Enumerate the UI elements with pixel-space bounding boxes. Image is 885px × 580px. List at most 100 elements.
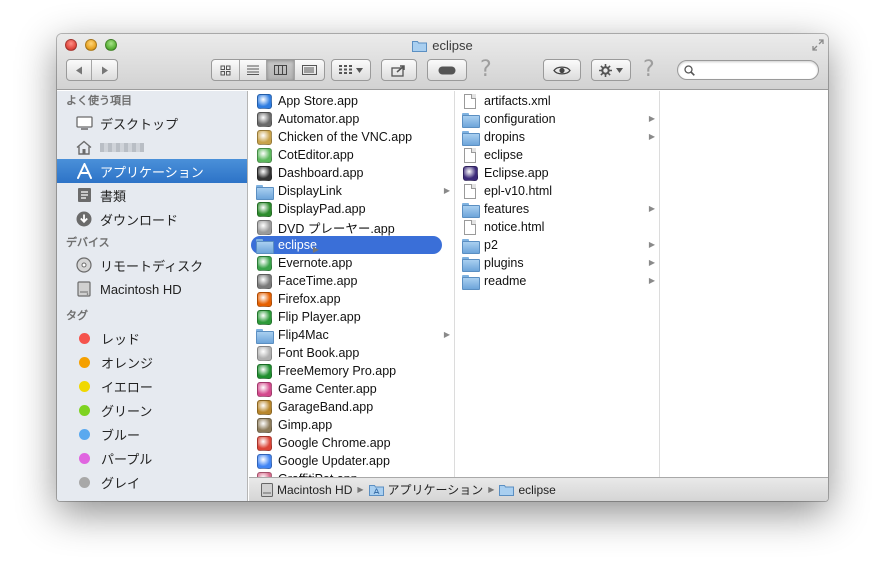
file-row[interactable]: Chicken of the VNC.app (249, 128, 454, 146)
app-store-icon-glyph (256, 93, 272, 109)
tags-button[interactable] (427, 59, 467, 81)
list-view-button[interactable] (240, 60, 268, 80)
file-row[interactable]: Evernote.app (249, 254, 454, 272)
path-item-label: Macintosh HD (277, 482, 353, 497)
sidebar-tag-yellow[interactable]: イエロー (57, 374, 247, 398)
sidebar-item-home[interactable] (57, 135, 247, 159)
folder-row[interactable]: eclipse ▶ (249, 236, 454, 254)
file-row[interactable]: notice.html (455, 218, 659, 236)
sidebar-tag-green[interactable]: グリーン (57, 398, 247, 422)
file-row[interactable]: eclipse (455, 146, 659, 164)
sidebar-item-documents[interactable]: 書類 (57, 183, 247, 207)
sidebar-tag-orange[interactable]: オレンジ (57, 350, 247, 374)
action-button[interactable] (591, 59, 631, 81)
file-row[interactable]: DVD プレーヤー.app (249, 218, 454, 236)
quick-look-button[interactable] (543, 59, 581, 81)
row-label: eclipse (484, 148, 523, 162)
file-row[interactable]: Google Chrome.app (249, 434, 454, 452)
folder-row[interactable]: dropins ▶ (455, 128, 659, 146)
file-row[interactable]: GarageBand.app (249, 398, 454, 416)
cover-flow-button[interactable] (295, 60, 324, 80)
row-label: Font Book.app (278, 346, 360, 360)
folder-icon (462, 201, 480, 218)
column-view-button[interactable] (267, 60, 295, 80)
back-button[interactable] (67, 60, 93, 80)
row-label: Automator.app (278, 112, 360, 126)
sidebar-tag-blue[interactable]: ブルー (57, 422, 247, 446)
sidebar-item-macintosh-hd[interactable]: Macintosh HD (57, 277, 247, 301)
help-icon: ? (643, 57, 655, 82)
file-row[interactable]: Flip Player.app (249, 308, 454, 326)
row-label: DVD プレーヤー.app (278, 221, 395, 236)
file-row[interactable]: CotEditor.app (249, 146, 454, 164)
file-row[interactable]: Gimp.app (249, 416, 454, 434)
sidebar-item-label: パープル (101, 451, 153, 467)
file-row[interactable]: Dashboard.app (249, 164, 454, 182)
dashboard-icon-glyph (256, 165, 272, 181)
font-book-icon-glyph (256, 345, 272, 361)
sidebar-section-tags: タグ (66, 310, 88, 322)
row-label: FaceTime.app (278, 274, 358, 288)
search-input[interactable] (699, 64, 809, 76)
search-field[interactable] (677, 60, 819, 80)
file-row[interactable]: FreeMemory Pro.app (249, 362, 454, 380)
row-label: Dashboard.app (278, 166, 364, 180)
sidebar-item-applications[interactable]: アプリケーション (57, 159, 247, 183)
file-row[interactable]: Eclipse.app (455, 164, 659, 182)
folder-row[interactable]: features ▶ (455, 200, 659, 218)
file-row[interactable]: Firefox.app (249, 290, 454, 308)
sidebar-item-label: デスクトップ (100, 116, 179, 132)
folder-icon-glyph (462, 238, 480, 254)
path-item-macintosh-hd[interactable]: Macintosh HD (261, 482, 353, 497)
column-applications: App Store.app Automator.app Chicken of the… (249, 91, 455, 477)
folder-row[interactable]: plugins ▶ (455, 254, 659, 272)
path-item-eclipse[interactable]: eclipse (499, 483, 556, 497)
file-row[interactable]: Automator.app (249, 110, 454, 128)
applications-icon (75, 162, 93, 180)
sidebar-tag-gray[interactable]: グレイ (57, 470, 247, 494)
file-row[interactable]: FaceTime.app (249, 272, 454, 290)
share-icon (391, 64, 405, 77)
forward-arrow-icon (101, 66, 108, 74)
chevron-down-icon (616, 67, 623, 73)
sidebar-item-remote-disc[interactable]: リモートディスク (57, 253, 247, 277)
file-row[interactable]: epl-v10.html (455, 182, 659, 200)
file-row[interactable]: Font Book.app (249, 344, 454, 362)
folder-row[interactable]: configuration ▶ (455, 110, 659, 128)
view-mode-buttons (211, 59, 325, 81)
file-row[interactable]: App Store.app (249, 92, 454, 110)
share-button[interactable] (381, 59, 417, 81)
freememory-icon (256, 363, 272, 379)
file-row[interactable]: DisplayPad.app (249, 200, 454, 218)
fullscreen-icon[interactable] (812, 39, 824, 54)
file-row[interactable]: artifacts.xml (455, 92, 659, 110)
icon-view-button[interactable] (212, 60, 240, 80)
evernote-icon-glyph (256, 255, 272, 271)
arrange-button[interactable] (331, 59, 371, 81)
chicken-vnc-icon-glyph (256, 129, 272, 145)
facetime-icon (256, 273, 272, 289)
game-center-icon (256, 381, 272, 397)
row-label: plugins (484, 256, 524, 270)
folder-row[interactable]: DisplayLink ▶ (249, 182, 454, 200)
folder-icon (499, 484, 515, 496)
file-row[interactable]: Game Center.app (249, 380, 454, 398)
facetime-icon-glyph (256, 273, 272, 289)
file-row[interactable]: Google Updater.app (249, 452, 454, 470)
forward-button[interactable] (92, 60, 117, 80)
folder-row[interactable]: readme ▶ (455, 272, 659, 290)
row-label: Chicken of the VNC.app (278, 130, 413, 144)
file-row[interactable]: GraffitiPot.app (249, 470, 454, 477)
sidebar: よく使う項目 デスクトップ アプリケーション 書類 ダウンロード デバイス リモ… (57, 91, 248, 501)
coteditor-icon (256, 147, 272, 163)
folder-row[interactable]: p2 ▶ (455, 236, 659, 254)
sidebar-tag-purple[interactable]: パープル (57, 446, 247, 470)
html-document-icon (462, 219, 478, 235)
row-label: Firefox.app (278, 292, 341, 306)
sidebar-tag-red[interactable]: レッド (57, 326, 247, 350)
folder-row[interactable]: Flip4Mac ▶ (249, 326, 454, 344)
evernote-icon (256, 255, 272, 271)
sidebar-item-desktop[interactable]: デスクトップ (57, 111, 247, 135)
path-item-applications[interactable]: アプリケーション (368, 481, 483, 498)
sidebar-item-downloads[interactable]: ダウンロード (57, 207, 247, 231)
